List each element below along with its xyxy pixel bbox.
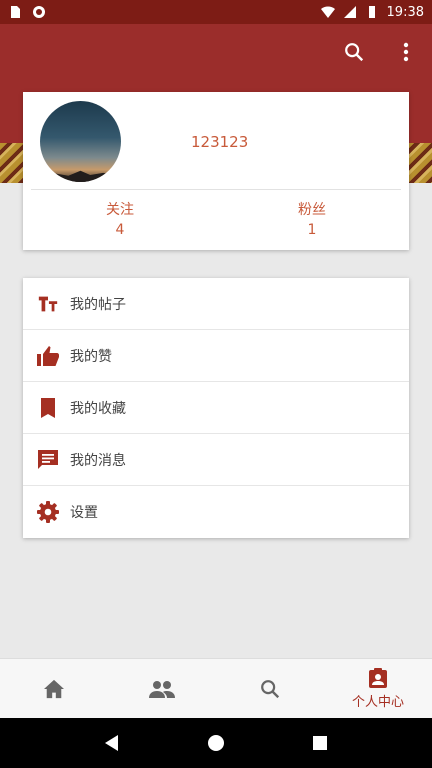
people-icon <box>149 680 175 698</box>
menu-card: 我的帖子 我的赞 我的收藏 我的消息 设置 <box>23 278 409 538</box>
following-stat[interactable]: 关注 4 <box>60 200 180 240</box>
menu-item-label: 设置 <box>70 505 98 521</box>
menu-item-my-favorites[interactable]: 我的收藏 <box>23 382 409 434</box>
status-time: 19:38 <box>386 4 424 20</box>
menu-item-label: 我的帖子 <box>70 296 126 313</box>
battery-icon <box>368 6 375 18</box>
fans-label: 粉丝 <box>298 202 326 218</box>
bookmark-icon <box>36 396 60 420</box>
menu-item-settings[interactable]: 设置 <box>23 486 409 538</box>
search-icon <box>261 679 280 698</box>
profile-icon <box>369 668 387 688</box>
nav-item-community[interactable] <box>108 659 216 718</box>
record-icon <box>33 6 45 18</box>
menu-item-label: 我的赞 <box>70 348 112 365</box>
system-home-button[interactable] <box>204 731 228 755</box>
following-count: 4 <box>115 222 125 238</box>
card-divider <box>31 189 401 190</box>
thumb-up-icon <box>36 344 60 368</box>
back-triangle-icon <box>105 735 118 751</box>
nav-item-profile-label: 个人中心 <box>351 695 404 710</box>
fans-count: 1 <box>307 222 317 238</box>
home-circle-icon <box>208 735 224 751</box>
home-icon <box>44 679 64 698</box>
avatar[interactable] <box>40 101 121 182</box>
message-icon <box>36 448 60 472</box>
fans-stat[interactable]: 粉丝 1 <box>252 200 372 240</box>
bottom-nav: 个人中心 <box>0 658 432 718</box>
text-format-icon <box>36 292 60 316</box>
menu-item-my-posts[interactable]: 我的帖子 <box>23 278 409 330</box>
overflow-menu-button[interactable] <box>394 40 418 64</box>
search-icon <box>345 43 364 62</box>
following-label: 关注 <box>106 202 134 218</box>
signal-icon <box>343 6 356 18</box>
nav-item-profile[interactable]: 个人中心 <box>324 659 432 718</box>
username: 123123 <box>191 133 249 151</box>
wifi-icon <box>320 6 335 18</box>
menu-item-my-likes[interactable]: 我的赞 <box>23 330 409 382</box>
nav-item-search[interactable] <box>216 659 324 718</box>
status-bar: 19:38 <box>0 0 432 24</box>
settings-icon <box>36 500 60 524</box>
toolbar-search-button[interactable] <box>342 40 366 64</box>
more-vert-icon <box>403 42 409 62</box>
system-back-button[interactable] <box>100 731 124 755</box>
sd-card-icon <box>11 6 20 18</box>
menu-item-label: 我的收藏 <box>70 400 126 417</box>
system-recents-button[interactable] <box>308 731 332 755</box>
profile-card: 123123 关注 4 粉丝 1 <box>23 92 409 250</box>
menu-item-label: 我的消息 <box>70 452 126 469</box>
nav-item-home[interactable] <box>0 659 108 718</box>
recents-square-icon <box>313 736 327 750</box>
system-nav-bar <box>0 718 432 768</box>
menu-item-my-messages[interactable]: 我的消息 <box>23 434 409 486</box>
